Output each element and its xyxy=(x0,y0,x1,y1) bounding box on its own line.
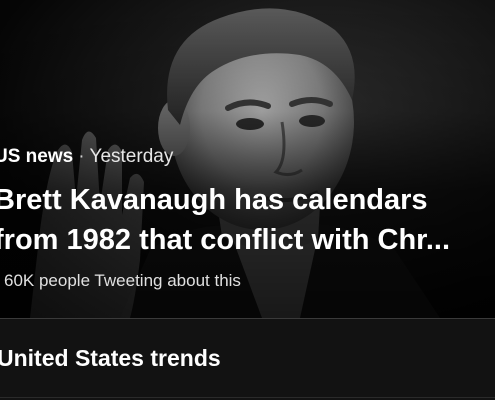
trends-heading: United States trends xyxy=(0,345,221,371)
trends-section: United States trends xyxy=(0,319,495,400)
headline-line-1: Brett Kavanaugh has calendars xyxy=(0,184,428,216)
meta-separator: · xyxy=(78,146,85,167)
story-time: Yesterday xyxy=(89,146,174,167)
twitter-explore-screen: US news · Yesterday Brett Kavanaugh has ca… xyxy=(0,0,495,400)
story-source: US news xyxy=(0,146,74,167)
story-headline[interactable]: Brett Kavanaugh has calendars from 1982 … xyxy=(0,180,490,260)
story-meta: US news · Yesterday xyxy=(0,146,173,168)
news-story-card[interactable]: US news · Yesterday Brett Kavanaugh has ca… xyxy=(0,0,495,318)
trends-divider xyxy=(0,397,495,398)
headline-line-2: from 1982 that conflict with Chr... xyxy=(0,224,451,256)
tweet-count: 60K people Tweeting about this xyxy=(4,271,241,290)
